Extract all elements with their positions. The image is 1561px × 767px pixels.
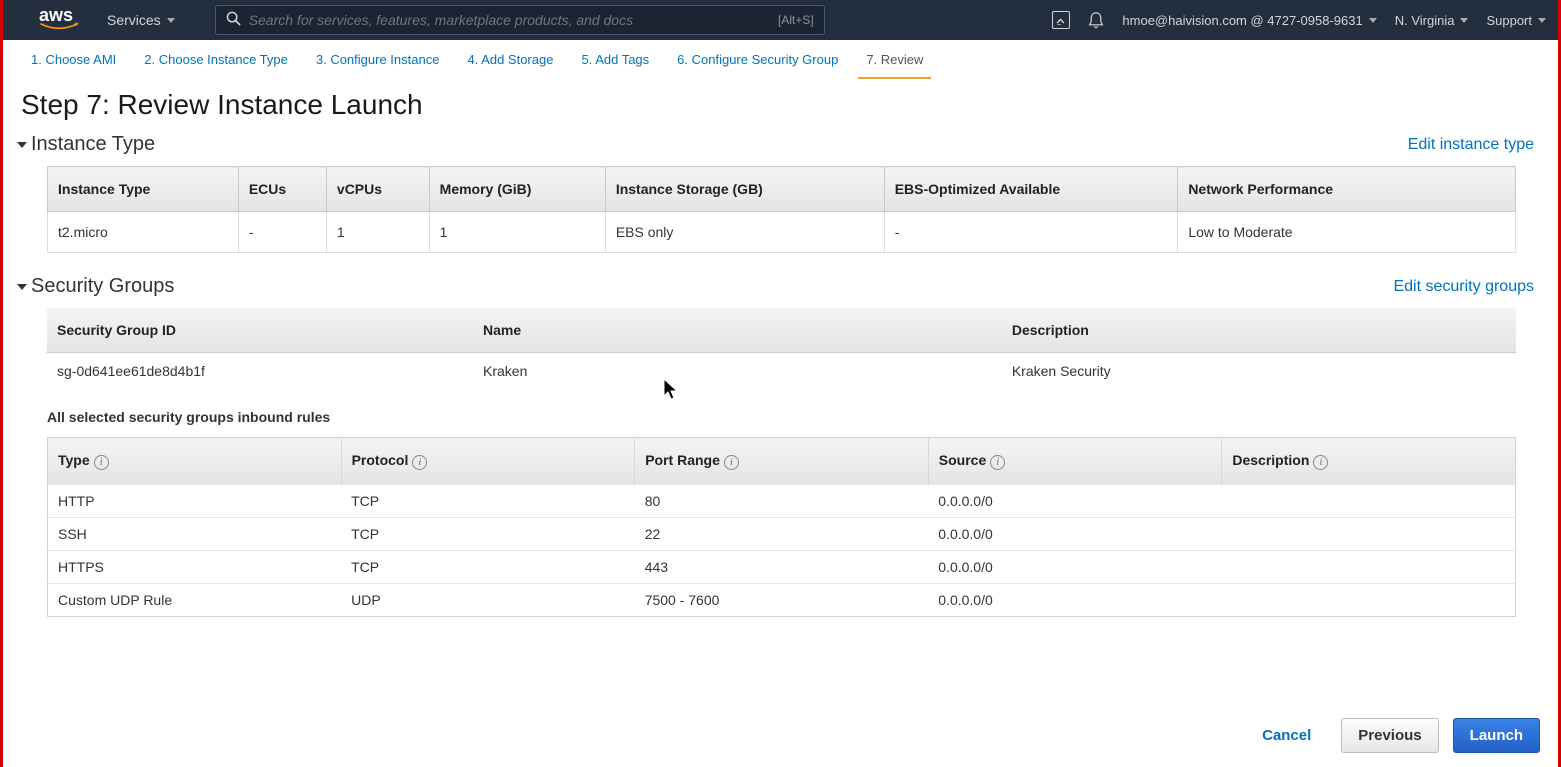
search-icon	[226, 11, 241, 29]
inbound-rules-caption: All selected security groups inbound rul…	[47, 409, 1536, 425]
wizard-tabs: 1. Choose AMI 2. Choose Instance Type 3.…	[3, 40, 1558, 79]
account-menu[interactable]: hmoe@haivision.com @ 4727-0958-9631	[1122, 13, 1376, 28]
top-nav: aws Services [Alt+S] hmoe@haivision.com …	[3, 0, 1558, 40]
security-group-table: Security Group ID Name Description	[47, 308, 1516, 353]
wizard-footer: Cancel Previous Launch	[1246, 718, 1540, 753]
col-sg-desc: Description	[1002, 308, 1516, 353]
services-menu[interactable]: Services	[107, 12, 175, 28]
tab-choose-instance-type[interactable]: 2. Choose Instance Type	[136, 52, 296, 79]
col-network: Network Performance	[1178, 167, 1516, 212]
info-icon[interactable]: i	[94, 455, 109, 470]
notifications-icon[interactable]	[1088, 11, 1104, 29]
inbound-rules-table: Typei Protocoli Port Rangei Sourcei Desc…	[47, 437, 1516, 617]
edit-security-groups-link[interactable]: Edit security groups	[1393, 278, 1534, 296]
security-group-row-table: sg-0d641ee61de8d4b1f Kraken Kraken Secur…	[47, 353, 1516, 389]
search-shortcut: [Alt+S]	[778, 13, 814, 27]
table-row: HTTPSTCP4430.0.0.0/0	[48, 551, 1516, 584]
tab-configure-security-group[interactable]: 6. Configure Security Group	[669, 52, 846, 79]
triangle-down-icon	[17, 142, 27, 148]
caret-down-icon	[1538, 18, 1546, 23]
tab-add-storage[interactable]: 4. Add Storage	[459, 52, 561, 79]
section-toggle-security-groups[interactable]: Security Groups	[19, 275, 174, 298]
col-rule-type: Typei	[48, 438, 342, 485]
support-menu[interactable]: Support	[1486, 13, 1546, 28]
section-instance-type-header: Instance Type Edit instance type	[17, 131, 1536, 162]
edit-instance-type-link[interactable]: Edit instance type	[1408, 136, 1534, 154]
col-ecus: ECUs	[238, 167, 326, 212]
search-input[interactable]	[249, 12, 778, 28]
caret-down-icon	[1460, 18, 1468, 23]
info-icon[interactable]: i	[724, 455, 739, 470]
caret-down-icon	[167, 18, 175, 23]
tab-choose-ami[interactable]: 1. Choose AMI	[23, 52, 124, 79]
section-security-groups-header: Security Groups Edit security groups	[17, 273, 1536, 304]
col-sg-name: Name	[473, 308, 1002, 353]
table-row: t2.micro - 1 1 EBS only - Low to Moderat…	[48, 212, 1516, 253]
instance-type-table: Instance Type ECUs vCPUs Memory (GiB) In…	[47, 166, 1516, 253]
col-ebs-opt: EBS-Optimized Available	[884, 167, 1178, 212]
region-label: N. Virginia	[1395, 13, 1455, 28]
table-row: sg-0d641ee61de8d4b1f Kraken Kraken Secur…	[47, 353, 1516, 389]
col-memory: Memory (GiB)	[429, 167, 605, 212]
col-rule-source: Sourcei	[928, 438, 1222, 485]
col-sg-id: Security Group ID	[47, 308, 473, 353]
table-row: SSHTCP220.0.0.0/0	[48, 518, 1516, 551]
col-rule-port: Port Rangei	[635, 438, 929, 485]
region-menu[interactable]: N. Virginia	[1395, 13, 1469, 28]
services-label: Services	[107, 12, 161, 28]
info-icon[interactable]: i	[990, 455, 1005, 470]
account-label: hmoe@haivision.com @ 4727-0958-9631	[1122, 13, 1362, 28]
caret-down-icon	[1369, 18, 1377, 23]
col-rule-protocol: Protocoli	[341, 438, 635, 485]
cloudshell-icon[interactable]	[1052, 11, 1070, 29]
section-heading: Security Groups	[31, 275, 174, 298]
global-search[interactable]: [Alt+S]	[215, 5, 825, 35]
review-scroll-area[interactable]: Instance Type Edit instance type Instanc…	[17, 131, 1544, 691]
info-icon[interactable]: i	[412, 455, 427, 470]
triangle-down-icon	[17, 284, 27, 290]
section-heading: Instance Type	[31, 133, 155, 156]
cancel-button[interactable]: Cancel	[1246, 719, 1327, 752]
col-storage: Instance Storage (GB)	[605, 167, 884, 212]
section-toggle-instance-type[interactable]: Instance Type	[19, 133, 155, 156]
col-rule-desc: Descriptioni	[1222, 438, 1516, 485]
table-row: Custom UDP RuleUDP7500 - 76000.0.0.0/0	[48, 584, 1516, 617]
launch-button[interactable]: Launch	[1453, 718, 1540, 753]
previous-button[interactable]: Previous	[1341, 718, 1438, 753]
tab-review[interactable]: 7. Review	[858, 52, 931, 79]
page-title: Step 7: Review Instance Launch	[21, 89, 1540, 121]
col-instance-type: Instance Type	[48, 167, 239, 212]
tab-add-tags[interactable]: 5. Add Tags	[573, 52, 657, 79]
support-label: Support	[1486, 13, 1532, 28]
aws-logo[interactable]: aws	[39, 8, 79, 32]
table-row: HTTPTCP800.0.0.0/0	[48, 485, 1516, 518]
tab-configure-instance[interactable]: 3. Configure Instance	[308, 52, 448, 79]
info-icon[interactable]: i	[1313, 455, 1328, 470]
col-vcpus: vCPUs	[326, 167, 429, 212]
